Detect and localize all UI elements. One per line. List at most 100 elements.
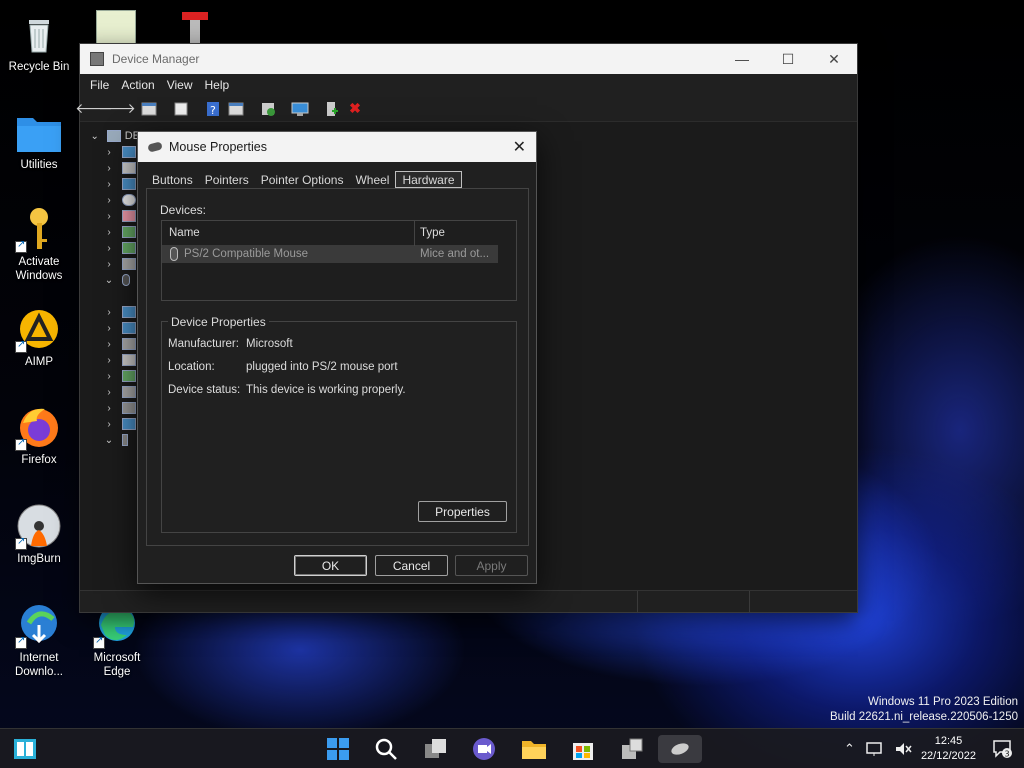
mouse-properties-taskbar-icon[interactable] — [658, 735, 702, 763]
device-tree: ⌄ DE › › › › › › › › ⌄ › › › › › › › › ⌄ — [80, 124, 140, 584]
uninstall-device-icon[interactable]: ✖ — [345, 99, 365, 119]
help-icon[interactable]: ? — [203, 99, 223, 119]
scan-hardware-icon[interactable] — [290, 99, 310, 119]
tab-hardware[interactable]: Hardware — [395, 171, 462, 188]
desktop-icon-activate-windows[interactable]: Activate Windows — [1, 205, 77, 283]
tab-buttons[interactable]: Buttons — [146, 171, 199, 189]
microsoft-store-icon[interactable] — [569, 735, 597, 763]
clock[interactable]: 12:45 22/12/2022 — [921, 734, 976, 764]
tab-pointers[interactable]: Pointers — [199, 171, 255, 189]
shortcut-arrow-icon — [15, 437, 27, 451]
chevron-right-icon[interactable]: › — [102, 195, 116, 206]
maximize-button[interactable]: ☐ — [765, 44, 811, 74]
search-icon[interactable] — [372, 735, 400, 763]
show-hidden-icons-chevron-up-icon[interactable]: ⌃ — [844, 729, 855, 768]
chevron-right-icon[interactable]: › — [102, 339, 116, 350]
device-category-icon — [122, 146, 136, 158]
chevron-right-icon[interactable]: › — [102, 403, 116, 414]
start-icon[interactable] — [324, 735, 352, 763]
device-manager-titlebar[interactable]: Device Manager — ☐ ✕ — [80, 44, 857, 74]
menu-file[interactable]: File — [84, 78, 115, 92]
windows-edition-watermark: Windows 11 Pro 2023 Edition Build 22621.… — [830, 695, 1018, 725]
chevron-down-icon[interactable]: ⌄ — [102, 435, 116, 446]
processor-icon — [122, 370, 136, 382]
network-icon[interactable] — [866, 729, 884, 768]
list-scrollbar[interactable] — [498, 221, 516, 300]
shortcut-arrow-icon — [93, 635, 105, 649]
minimize-button[interactable]: — — [719, 44, 765, 74]
chevron-right-icon[interactable]: › — [102, 163, 116, 174]
chevron-down-icon[interactable]: ⌄ — [102, 275, 116, 286]
device-category-icon — [122, 418, 136, 430]
tree-root[interactable]: ⌄ DE — [88, 128, 140, 144]
device-category-icon — [122, 338, 136, 350]
menu-action[interactable]: Action — [115, 78, 160, 92]
group-title: Device Properties — [168, 315, 269, 329]
desktop-icon-recycle-bin[interactable]: Recycle Bin — [1, 10, 77, 74]
tab-pointer-options[interactable]: Pointer Options — [255, 171, 350, 189]
notification-count: 3 — [1005, 750, 1010, 759]
chevron-right-icon[interactable]: › — [102, 147, 116, 158]
close-button[interactable]: ✕ — [811, 44, 857, 74]
chevron-right-icon[interactable]: › — [102, 307, 116, 318]
chevron-right-icon[interactable]: › — [102, 355, 116, 366]
task-view-icon[interactable] — [422, 735, 450, 763]
view-icon[interactable] — [226, 99, 246, 119]
chevron-right-icon[interactable]: › — [102, 371, 116, 382]
file-explorer-icon[interactable] — [520, 735, 548, 763]
tab-wheel[interactable]: Wheel — [349, 171, 395, 189]
column-header-type[interactable]: Type — [420, 227, 445, 239]
apply-button[interactable]: Apply — [455, 555, 528, 576]
usb-tool-icon[interactable] — [178, 10, 212, 44]
network-icon — [122, 322, 136, 334]
device-status-value: This device is working properly. — [246, 384, 406, 396]
cancel-button[interactable]: Cancel — [375, 555, 448, 576]
menu-help[interactable]: Help — [199, 78, 236, 92]
enable-device-icon[interactable] — [322, 99, 342, 119]
close-icon[interactable]: ✕ — [513, 137, 526, 157]
desktop-icon-imgburn[interactable]: ImgBurn — [1, 502, 77, 566]
chevron-right-icon[interactable]: › — [102, 227, 116, 238]
desktop-icon-firefox[interactable]: Firefox — [1, 403, 77, 467]
volume-muted-icon[interactable] — [894, 729, 912, 768]
chevron-right-icon[interactable]: › — [102, 179, 116, 190]
device-manager-icon — [90, 52, 104, 66]
widgets-icon[interactable] — [11, 735, 39, 763]
desktop-icon-utilities[interactable]: Utilities — [1, 108, 77, 172]
status-bar — [80, 590, 857, 613]
column-header-name[interactable]: Name — [169, 227, 200, 239]
list-item[interactable]: PS/2 Compatible Mouse Mice and ot... — [162, 246, 499, 263]
device-category-icon — [122, 162, 136, 174]
device-manager-taskbar-icon[interactable] — [618, 735, 646, 763]
dialog-titlebar[interactable]: Mouse Properties ✕ — [138, 132, 536, 162]
shortcut-arrow-icon — [15, 536, 27, 550]
device-category-icon — [122, 178, 136, 190]
monitor-icon — [122, 306, 136, 318]
desktop-icon-aimp[interactable]: AIMP — [1, 305, 77, 369]
desktop-icon-internet-download-manager[interactable]: Internet Downlo... — [1, 601, 77, 679]
chevron-right-icon[interactable]: › — [102, 323, 116, 334]
notification-center-icon[interactable]: 3 — [992, 729, 1014, 768]
chevron-right-icon[interactable]: › — [102, 419, 116, 430]
properties-button[interactable]: Properties — [418, 501, 507, 522]
mouse-properties-dialog[interactable]: Mouse Properties ✕ Buttons Pointers Poin… — [137, 131, 537, 584]
update-driver-icon[interactable] — [258, 99, 278, 119]
shortcut-arrow-icon — [15, 239, 27, 253]
chevron-right-icon[interactable]: › — [102, 387, 116, 398]
chevron-right-icon[interactable]: › — [102, 243, 116, 254]
chevron-right-icon[interactable]: › — [102, 259, 116, 270]
desktop-icon-label: Microsoft Edge — [93, 652, 141, 678]
forward-arrow-icon[interactable]: 🡒 — [98, 99, 136, 119]
ok-button[interactable]: OK — [294, 555, 367, 576]
device-list[interactable]: Name Type PS/2 Compatible Mouse Mice and… — [161, 220, 517, 301]
chat-icon[interactable] — [470, 735, 498, 763]
show-hide-console-tree-icon[interactable] — [139, 99, 159, 119]
menu-view[interactable]: View — [161, 78, 199, 92]
recycle-bin-icon — [15, 10, 63, 58]
chevron-right-icon[interactable]: › — [102, 211, 116, 222]
properties-icon[interactable] — [171, 99, 191, 119]
tab-strip: Buttons Pointers Pointer Options Wheel H… — [146, 171, 462, 189]
notepad-plus-icon[interactable] — [96, 10, 136, 44]
desktop-icon-label: Firefox — [21, 454, 57, 466]
chevron-down-icon[interactable]: ⌄ — [88, 131, 101, 142]
